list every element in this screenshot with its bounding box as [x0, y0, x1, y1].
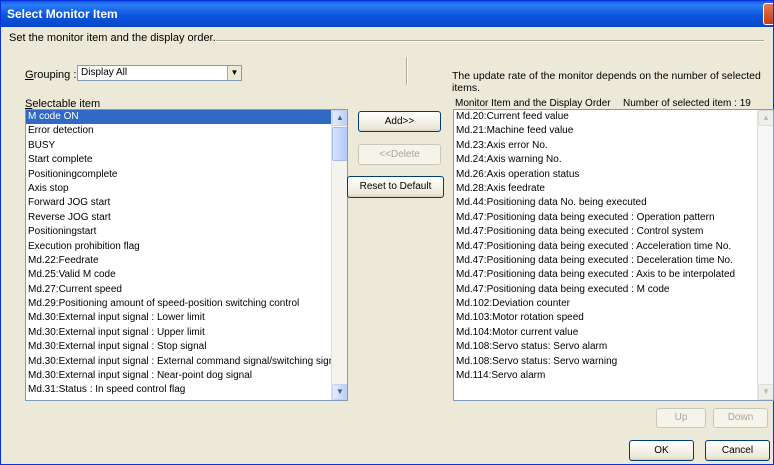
monitor-item[interactable]: Md.108:Servo status: Servo warning	[454, 355, 757, 369]
chevron-down-icon[interactable]: ▼	[227, 66, 241, 80]
cancel-button[interactable]: Cancel	[705, 440, 770, 461]
grouping-label: Grouping :	[25, 69, 77, 81]
selectable-item[interactable]: Reverse JOG start	[26, 211, 331, 225]
add-button[interactable]: Add>>	[358, 111, 441, 132]
selectable-item[interactable]: Md.29:Positioning amount of speed-positi…	[26, 297, 331, 311]
selectable-item-list[interactable]: M code ON Error detection BUSY Start comple…	[25, 109, 348, 401]
delete-button[interactable]: <<Delete	[358, 144, 441, 165]
monitor-item[interactable]: Md.47:Positioning data being executed : …	[454, 254, 757, 268]
selectable-item[interactable]: Md.22:Feedrate	[26, 254, 331, 268]
selectable-item[interactable]: Md.25:Valid M code	[26, 268, 331, 282]
selectable-item[interactable]: Axis stop	[26, 182, 331, 196]
monitor-item[interactable]: Md.24:Axis warning No.	[454, 153, 757, 167]
monitor-item[interactable]: Md.114:Servo alarm	[454, 369, 757, 383]
up-button[interactable]: Up	[656, 408, 706, 428]
selectable-item[interactable]: Md.30:External input signal : Upper limi…	[26, 326, 331, 340]
monitor-item[interactable]: Md.47:Positioning data being executed : …	[454, 211, 757, 225]
selectable-item[interactable]: Error detection	[26, 124, 331, 138]
monitor-item[interactable]: Md.47:Positioning data being executed : …	[454, 225, 757, 239]
title-bar[interactable]: Select Monitor Item	[1, 1, 773, 27]
monitor-item[interactable]: Md.28:Axis feedrate	[454, 182, 757, 196]
monitor-item[interactable]: Md.103:Motor rotation speed	[454, 311, 757, 325]
grouping-select[interactable]: Display All ▼	[77, 65, 242, 81]
monitor-item[interactable]: Md.104:Motor current value	[454, 326, 757, 340]
selectable-item[interactable]: Md.30:External input signal : Stop signa…	[26, 340, 331, 354]
selectable-item[interactable]: Md.27:Current speed	[26, 283, 331, 297]
selectable-list-scrollbar[interactable]: ▲ ▼	[331, 110, 347, 400]
monitor-item[interactable]: Md.47:Positioning data being executed : …	[454, 268, 757, 282]
monitor-item[interactable]: Md.23:Axis error No.	[454, 139, 757, 153]
monitor-item[interactable]: Md.47:Positioning data being executed : …	[454, 240, 757, 254]
scroll-up-icon[interactable]: ▲	[758, 110, 773, 126]
monitor-list-scrollbar[interactable]: ▲ ▼	[757, 110, 773, 400]
monitor-item-label: Monitor Item and the Display Order	[455, 98, 611, 109]
scroll-down-icon[interactable]: ▼	[332, 384, 347, 400]
scroll-up-icon[interactable]: ▲	[332, 110, 347, 126]
select-monitor-item-dialog: Select Monitor Item Set the monitor item…	[0, 0, 774, 465]
monitor-item[interactable]: Md.102:Deviation counter	[454, 297, 757, 311]
monitor-item[interactable]: Md.21:Machine feed value	[454, 124, 757, 138]
selectable-item[interactable]: BUSY	[26, 139, 331, 153]
monitor-item[interactable]: Md.47:Positioning data being executed : …	[454, 283, 757, 297]
selectable-item[interactable]: Md.30:External input signal : Lower limi…	[26, 311, 331, 325]
selectable-item[interactable]: Positioningstart	[26, 225, 331, 239]
monitor-item[interactable]: Md.44:Positioning data No. being execute…	[454, 196, 757, 210]
description-text: Set the monitor item and the display ord…	[9, 32, 216, 44]
close-icon[interactable]	[763, 3, 773, 25]
monitor-item-list[interactable]: Md.20:Current feed value Md.21:Machine fe…	[453, 109, 774, 401]
selectable-item[interactable]: Forward JOG start	[26, 196, 331, 210]
window-title: Select Monitor Item	[7, 7, 118, 21]
selectable-item[interactable]: Md.30:External input signal : External c…	[26, 355, 331, 369]
divider	[216, 40, 764, 42]
monitor-item[interactable]: Md.108:Servo status: Servo alarm	[454, 340, 757, 354]
monitor-item[interactable]: Md.26:Axis operation status	[454, 168, 757, 182]
update-rate-note: The update rate of the monitor depends o…	[452, 70, 761, 94]
scroll-down-icon[interactable]: ▼	[758, 384, 773, 400]
selectable-item[interactable]: Start complete	[26, 153, 331, 167]
vertical-divider	[406, 57, 408, 85]
selectable-item[interactable]: Positioningcomplete	[26, 168, 331, 182]
selectable-item[interactable]: M code ON	[26, 110, 331, 125]
ok-button[interactable]: OK	[629, 440, 694, 461]
grouping-select-value: Display All	[81, 67, 128, 78]
selectable-item[interactable]: Md.30:External input signal : Near-point…	[26, 369, 331, 383]
reset-to-default-button[interactable]: Reset to Default	[347, 176, 444, 198]
selectable-item[interactable]: Md.31:Status : In speed control flag	[26, 383, 331, 397]
monitor-item[interactable]: Md.20:Current feed value	[454, 110, 757, 124]
down-button[interactable]: Down	[713, 408, 768, 428]
scroll-thumb[interactable]	[332, 127, 347, 161]
selectable-item[interactable]: Execution prohibition flag	[26, 240, 331, 254]
